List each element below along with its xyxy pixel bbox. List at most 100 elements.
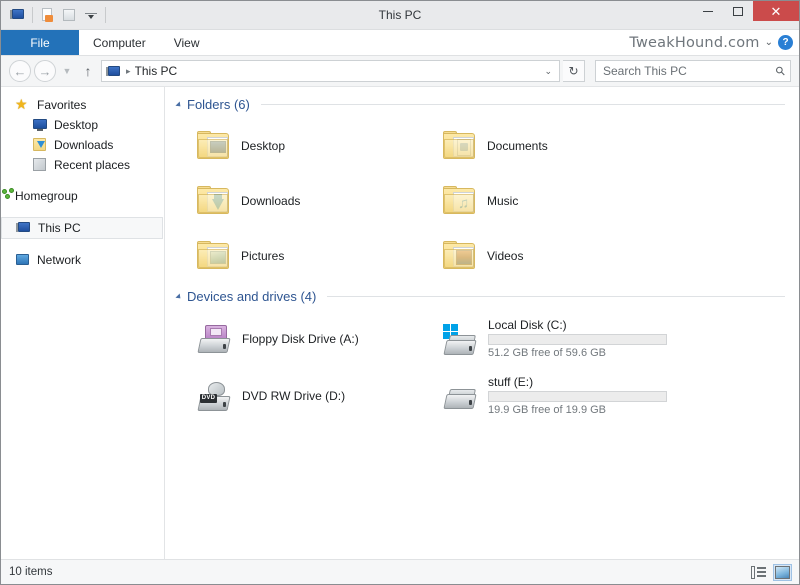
search-input[interactable]: [601, 63, 776, 79]
this-pc-icon: [16, 220, 32, 236]
refresh-button[interactable]: ↻: [563, 60, 585, 82]
help-icon[interactable]: ?: [778, 35, 793, 50]
chevron-down-icon[interactable]: ⌄: [765, 37, 773, 48]
folder-item-label: Pictures: [241, 249, 284, 263]
recent-places-icon: [32, 157, 48, 173]
customize-dropdown-icon[interactable]: [80, 5, 102, 26]
breadcrumb-separator: ▸: [126, 66, 131, 77]
sidebar-item-label: This PC: [38, 221, 81, 235]
window-controls: ✕: [693, 1, 799, 29]
group-divider: [261, 104, 785, 105]
window-title: This PC: [1, 1, 799, 29]
folder-videos-icon: [443, 241, 477, 270]
large-icons-view-button[interactable]: [774, 565, 791, 580]
sidebar-item-label: Favorites: [37, 98, 86, 112]
tab-computer[interactable]: Computer: [79, 30, 160, 55]
maximize-icon: [733, 7, 743, 16]
drive-item-floppy[interactable]: Floppy Disk Drive (A:): [193, 310, 439, 367]
folder-item-music[interactable]: ♫ Music: [439, 173, 685, 228]
drive-item-stuff-e[interactable]: stuff (E:) 19.9 GB free of 19.9 GB: [439, 367, 685, 424]
forward-button[interactable]: →: [34, 60, 56, 82]
this-pc-icon[interactable]: [7, 5, 29, 26]
folder-music-icon: ♫: [443, 186, 477, 215]
folder-item-downloads[interactable]: Downloads: [193, 173, 439, 228]
drives-grid: Floppy Disk Drive (A:): [175, 310, 799, 424]
close-icon: ✕: [771, 5, 782, 18]
details-view-button[interactable]: [750, 565, 767, 580]
tab-file[interactable]: File: [1, 30, 79, 55]
details-view-icon: [750, 565, 767, 580]
drive-item-dvd-rw-d[interactable]: DVD DVD RW Drive (D:): [193, 367, 439, 424]
close-button[interactable]: ✕: [753, 1, 799, 21]
sidebar-item-downloads[interactable]: Downloads: [1, 135, 164, 155]
floppy-drive-icon: [197, 324, 233, 354]
drive-capacity-bar: [488, 391, 667, 402]
pc-monitor-shape: [12, 9, 24, 19]
group-divider: [327, 296, 785, 297]
drive-item-label: Floppy Disk Drive (A:): [242, 332, 359, 346]
maximize-button[interactable]: [723, 1, 753, 21]
sidebar-item-favorites[interactable]: ★ Favorites: [1, 95, 164, 115]
toolbar-divider: [32, 7, 33, 23]
removable-drive-icon: [443, 381, 479, 411]
drive-item-label: stuff (E:): [488, 375, 667, 389]
folder-desktop-icon: [197, 131, 231, 160]
file-explorer-window: This PC ✕ File Computer View TweakHound.…: [0, 0, 800, 585]
folder-item-videos[interactable]: Videos: [439, 228, 685, 283]
drives-group-header[interactable]: Devices and drives (4): [177, 289, 785, 304]
new-folder-icon[interactable]: [58, 5, 80, 26]
star-icon: ★: [15, 97, 31, 113]
minimize-icon: [703, 11, 713, 12]
sidebar-item-homegroup[interactable]: Homegroup: [1, 186, 164, 206]
status-bar: 10 items: [1, 559, 799, 584]
collapse-arrow-icon[interactable]: [175, 101, 182, 108]
title-bar: This PC ✕: [1, 1, 799, 30]
item-count-text: 10 items: [9, 566, 52, 578]
properties-icon[interactable]: [36, 5, 58, 26]
drive-free-space-text: 51.2 GB free of 59.6 GB: [488, 347, 667, 359]
sidebar-item-desktop[interactable]: Desktop: [1, 115, 164, 135]
view-mode-buttons: [750, 565, 791, 580]
folders-group-header[interactable]: Folders (6): [177, 97, 785, 112]
folder-item-desktop[interactable]: Desktop: [193, 118, 439, 173]
toolbar-divider-2: [105, 7, 106, 23]
explorer-body: ★ Favorites Desktop Downloads: [1, 87, 799, 559]
breadcrumb-dropdown-icon[interactable]: ⌄: [544, 66, 555, 77]
folder-item-label: Videos: [487, 249, 523, 263]
sidebar-item-label: Homegroup: [15, 189, 78, 203]
dvd-drive-icon: DVD: [197, 381, 233, 411]
collapse-arrow-icon[interactable]: [175, 293, 182, 300]
folder-item-label: Music: [487, 194, 518, 208]
folder-item-label: Downloads: [241, 194, 300, 208]
desktop-icon: [32, 117, 48, 133]
navigation-pane: ★ Favorites Desktop Downloads: [1, 87, 165, 559]
sidebar-item-this-pc[interactable]: This PC: [1, 217, 163, 239]
sidebar-item-recent-places[interactable]: Recent places: [1, 155, 164, 175]
sidebar-item-label: Downloads: [54, 138, 113, 152]
back-button[interactable]: ←: [9, 60, 31, 82]
up-button[interactable]: ↑: [78, 60, 98, 82]
tab-view[interactable]: View: [160, 30, 214, 55]
downloads-icon: [32, 137, 48, 153]
sidebar-item-label: Network: [37, 253, 81, 267]
recent-locations-button[interactable]: ▼: [59, 60, 75, 82]
minimize-button[interactable]: [693, 1, 723, 21]
pc-tower-shape: [10, 10, 12, 19]
file-list-pane: Folders (6) Desktop: [165, 87, 799, 559]
ribbon-right-controls: TweakHound.com ⌄ ?: [629, 30, 793, 55]
drive-item-label: DVD RW Drive (D:): [242, 389, 345, 403]
folders-grid: Desktop Documents Down: [175, 118, 799, 283]
folder-item-label: Documents: [487, 139, 548, 153]
breadcrumb-text[interactable]: This PC: [135, 64, 178, 78]
drives-group-title: Devices and drives (4): [187, 289, 316, 304]
drive-capacity-bar: [488, 334, 667, 345]
folders-group-title: Folders (6): [187, 97, 250, 112]
breadcrumb[interactable]: ▸ This PC ⌄: [101, 60, 560, 82]
search-box[interactable]: ⚲: [595, 60, 791, 82]
folder-item-documents[interactable]: Documents: [439, 118, 685, 173]
folder-downloads-icon: [197, 186, 231, 215]
sidebar-item-network[interactable]: Network: [1, 250, 164, 270]
drive-info: stuff (E:) 19.9 GB free of 19.9 GB: [488, 375, 685, 416]
drive-item-local-disk-c[interactable]: Local Disk (C:) 51.2 GB free of 59.6 GB: [439, 310, 685, 367]
folder-item-pictures[interactable]: Pictures: [193, 228, 439, 283]
